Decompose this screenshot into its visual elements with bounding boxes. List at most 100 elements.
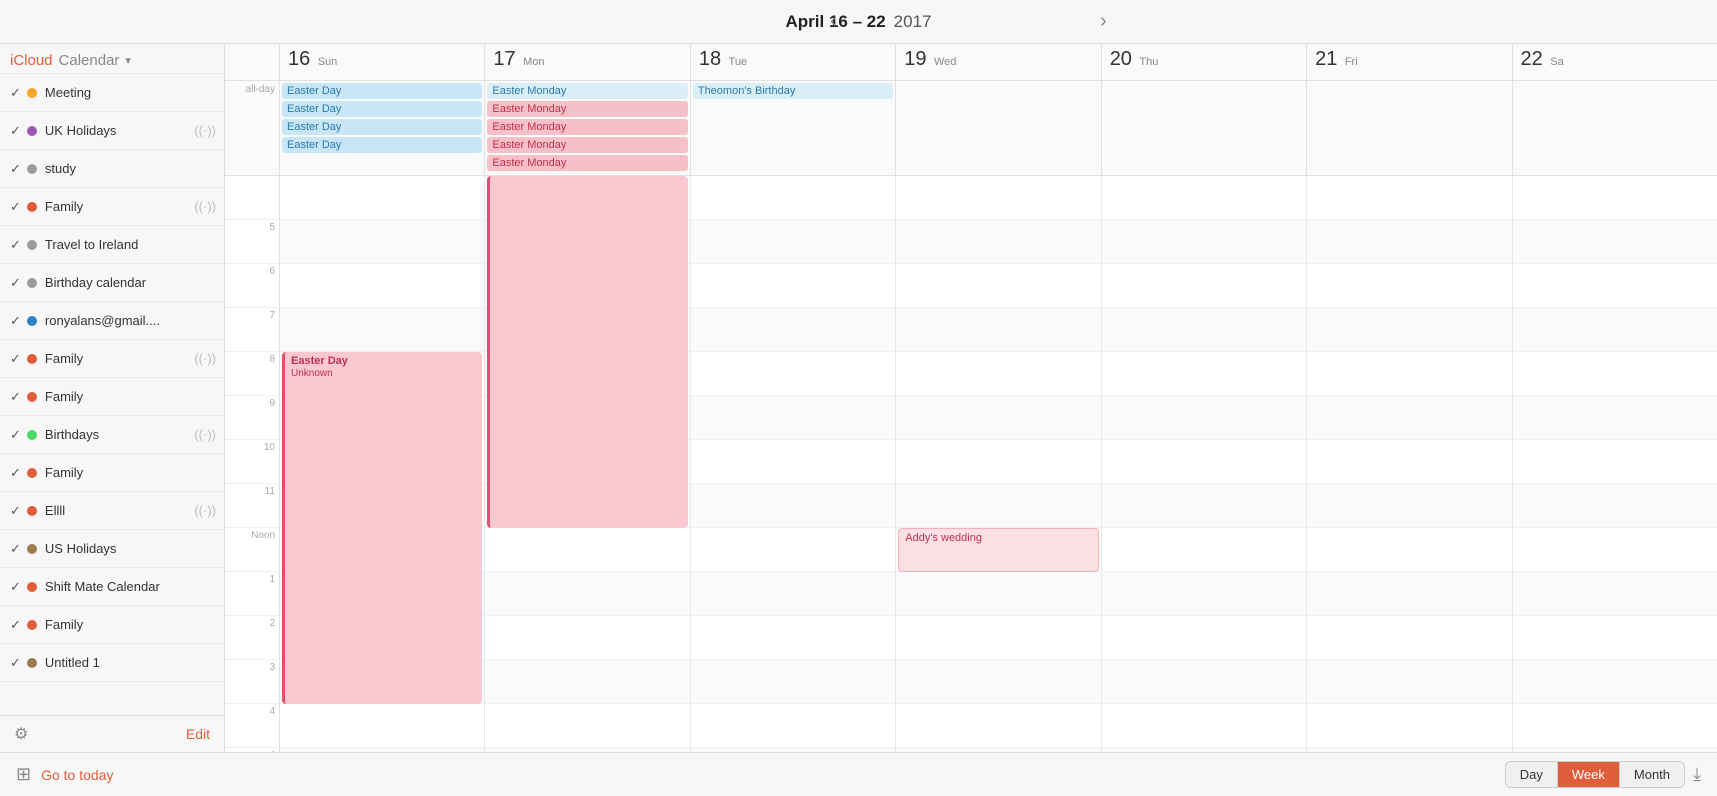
hour-row-0 bbox=[1102, 176, 1306, 220]
calendar-label: Meeting bbox=[45, 85, 216, 100]
hour-row-9 bbox=[691, 572, 895, 616]
allday-event[interactable]: Easter Monday bbox=[487, 137, 687, 153]
calendar-dot bbox=[27, 316, 37, 326]
calendar-dot bbox=[27, 240, 37, 250]
day-header-thu: 20 Thu bbox=[1102, 44, 1307, 80]
check-icon: ✓ bbox=[10, 427, 21, 443]
allday-label: all-day bbox=[225, 81, 280, 175]
day-headers: 16 Sun 17 Mon 18 Tue 19 Wed 20 Thu 21 Fr… bbox=[225, 44, 1717, 81]
allday-event[interactable]: Theomon's Birthday bbox=[693, 83, 893, 99]
go-today-button[interactable]: Go to today bbox=[41, 763, 113, 787]
share-icon: ((·)) bbox=[194, 427, 216, 442]
time-label-1: 5 bbox=[225, 220, 279, 264]
day-num-16: 16 bbox=[288, 48, 310, 70]
sidebar-item-family-4[interactable]: ✓ Family bbox=[0, 454, 224, 492]
allday-event[interactable]: Easter Day bbox=[282, 119, 482, 135]
time-label-3: 7 bbox=[225, 308, 279, 352]
day-name-wed: Wed bbox=[934, 56, 956, 68]
sidebar-item-uk-holidays[interactable]: ✓ UK Holidays ((·)) bbox=[0, 112, 224, 150]
hour-row-2 bbox=[1513, 264, 1717, 308]
allday-event[interactable]: Easter Monday bbox=[487, 155, 687, 171]
nav-title: April 16 – 22 2017 bbox=[786, 12, 932, 32]
hour-row-13 bbox=[1513, 748, 1717, 752]
time-label-9: 1 bbox=[225, 572, 279, 616]
allday-event[interactable]: Easter Day bbox=[282, 101, 482, 117]
sidebar-item-shift-mate[interactable]: ✓ Shift Mate Calendar bbox=[0, 568, 224, 606]
hour-row-0 bbox=[1513, 176, 1717, 220]
allday-event[interactable]: Easter Day bbox=[282, 137, 482, 153]
download-button[interactable]: ⤓ bbox=[1693, 764, 1701, 785]
event-addys-wedding[interactable]: Addy's wedding bbox=[898, 528, 1098, 572]
time-label-13: 4 bbox=[225, 748, 279, 752]
allday-event[interactable]: Easter Monday bbox=[487, 83, 687, 99]
event-easter-monday-block[interactable] bbox=[487, 176, 687, 528]
prev-week-button[interactable]: ‹ bbox=[820, 6, 847, 37]
calendar-label: Travel to Ireland bbox=[45, 237, 216, 252]
calendar-label: US Holidays bbox=[45, 541, 216, 556]
hour-row-10 bbox=[896, 616, 1100, 660]
sidebar-item-family-1[interactable]: ✓ Family ((·)) bbox=[0, 188, 224, 226]
hour-row-3 bbox=[280, 308, 484, 352]
hour-row-4 bbox=[1513, 352, 1717, 396]
hour-row-10 bbox=[1307, 616, 1511, 660]
view-day-button[interactable]: Day bbox=[1506, 762, 1558, 787]
allday-event[interactable]: Easter Monday bbox=[487, 101, 687, 117]
allday-section: all-day Easter Day Easter Day Easter Day… bbox=[225, 81, 1717, 176]
hour-row-0 bbox=[896, 176, 1100, 220]
sidebar-item-family-3[interactable]: ✓ Family bbox=[0, 378, 224, 416]
sidebar-item-untitled1[interactable]: ✓ Untitled 1 bbox=[0, 644, 224, 682]
hour-row-1 bbox=[896, 220, 1100, 264]
calendar-dot bbox=[27, 278, 37, 288]
day-col-sun: Easter DayUnknown bbox=[280, 176, 485, 752]
day-header-tue: 18 Tue bbox=[691, 44, 896, 80]
hour-row-6 bbox=[1513, 440, 1717, 484]
event-easter-day-block[interactable]: Easter DayUnknown bbox=[282, 352, 482, 704]
share-icon: ((·)) bbox=[194, 199, 216, 214]
view-month-button[interactable]: Month bbox=[1620, 762, 1684, 787]
calendar-dot bbox=[27, 392, 37, 402]
calendar-label: Family bbox=[45, 465, 216, 480]
hour-row-3 bbox=[1307, 308, 1511, 352]
hour-row-6 bbox=[691, 440, 895, 484]
sidebar-item-birthdays[interactable]: ✓ Birthdays ((·)) bbox=[0, 416, 224, 454]
day-name-thu: Thu bbox=[1139, 56, 1158, 68]
calendar-dropdown-icon[interactable]: ▾ bbox=[125, 54, 131, 67]
day-header-sat: 22 Sa bbox=[1513, 44, 1717, 80]
hour-row-2 bbox=[896, 264, 1100, 308]
edit-button[interactable]: Edit bbox=[186, 726, 210, 742]
hour-row-2 bbox=[1307, 264, 1511, 308]
time-label-6: 10 bbox=[225, 440, 279, 484]
sidebar-item-family-5[interactable]: ✓ Family bbox=[0, 606, 224, 644]
next-week-button[interactable]: › bbox=[1090, 6, 1117, 37]
allday-col-tue: Theomon's Birthday bbox=[691, 81, 896, 175]
sidebar-item-ronyalans[interactable]: ✓ ronyalans@gmail.... bbox=[0, 302, 224, 340]
hour-row-8 bbox=[691, 528, 895, 572]
sidebar-item-birthday-calendar[interactable]: ✓ Birthday calendar bbox=[0, 264, 224, 302]
time-label-8: Noon bbox=[225, 528, 279, 572]
view-week-button[interactable]: Week bbox=[1558, 762, 1620, 787]
calendar-label: Shift Mate Calendar bbox=[45, 579, 216, 594]
sidebar-item-family-2[interactable]: ✓ Family ((·)) bbox=[0, 340, 224, 378]
allday-col-sat bbox=[1513, 81, 1717, 175]
allday-event[interactable]: Easter Monday bbox=[487, 119, 687, 135]
check-icon: ✓ bbox=[10, 275, 21, 291]
hour-row-1 bbox=[1513, 220, 1717, 264]
sidebar-item-study[interactable]: ✓ study bbox=[0, 150, 224, 188]
sidebar-item-meeting[interactable]: ✓ Meeting bbox=[0, 74, 224, 112]
hour-row-8 bbox=[1102, 528, 1306, 572]
sidebar-item-travel-ireland[interactable]: ✓ Travel to Ireland bbox=[0, 226, 224, 264]
hour-row-1 bbox=[1102, 220, 1306, 264]
check-icon: ✓ bbox=[10, 655, 21, 671]
settings-icon[interactable]: ⚙ bbox=[14, 724, 28, 744]
calendar-label: Ellll bbox=[45, 503, 190, 518]
day-col-tue bbox=[691, 176, 896, 752]
allday-col-fri bbox=[1307, 81, 1512, 175]
check-icon: ✓ bbox=[10, 161, 21, 177]
check-icon: ✓ bbox=[10, 199, 21, 215]
allday-event[interactable]: Easter Day bbox=[282, 83, 482, 99]
hour-row-10 bbox=[1513, 616, 1717, 660]
sidebar-item-us-holidays[interactable]: ✓ US Holidays bbox=[0, 530, 224, 568]
share-icon: ((·)) bbox=[194, 123, 216, 138]
sidebar-item-ellll[interactable]: ✓ Ellll ((·)) bbox=[0, 492, 224, 530]
hour-row-0 bbox=[280, 176, 484, 220]
